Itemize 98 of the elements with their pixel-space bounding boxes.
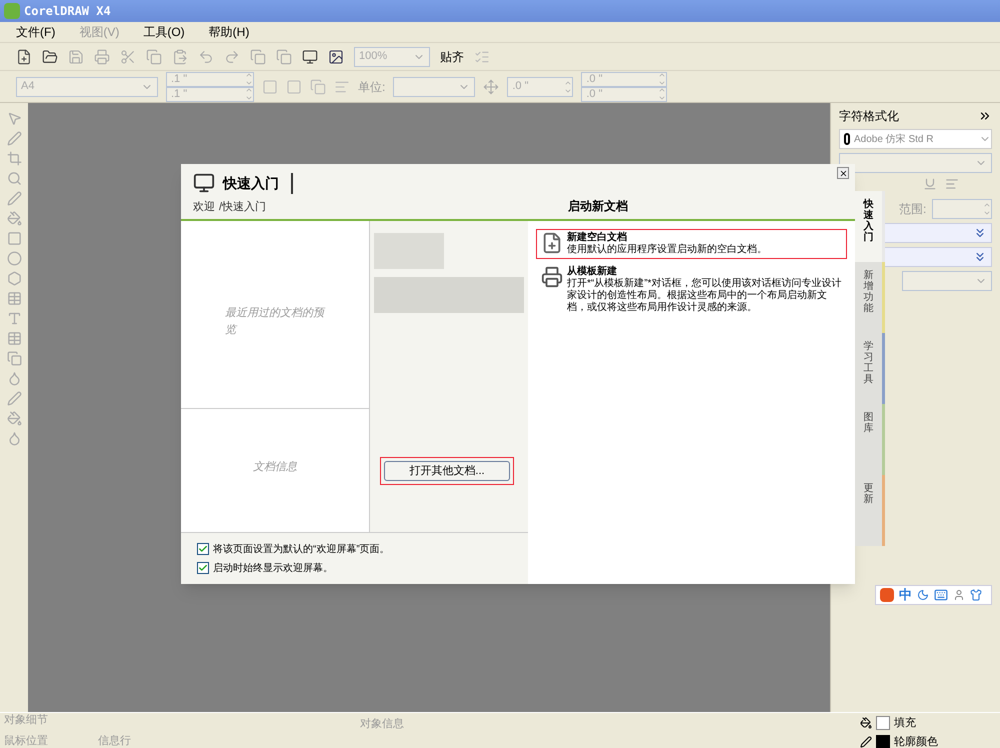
range-field[interactable] bbox=[932, 199, 992, 219]
spin-down-icon bbox=[983, 209, 991, 217]
mouse-position-label: 鼠标位置 bbox=[4, 734, 48, 748]
moon-icon[interactable] bbox=[917, 589, 929, 601]
tab-label: 新增功能 bbox=[864, 270, 874, 316]
window-title: CorelDRAW X4 bbox=[24, 3, 111, 20]
side-tab[interactable]: 图库 bbox=[855, 404, 885, 475]
outline-label: 轮廓颜色 bbox=[894, 734, 938, 748]
template-icon bbox=[541, 266, 563, 288]
fill-label: 填充 bbox=[894, 716, 916, 731]
underline-icon[interactable] bbox=[923, 177, 937, 191]
nudge-icon[interactable] bbox=[483, 78, 500, 94]
tool-icon[interactable] bbox=[6, 131, 22, 146]
keyboard-icon[interactable] bbox=[934, 588, 948, 602]
landscape-icon[interactable] bbox=[286, 78, 302, 94]
info-line-label: 信息行 bbox=[98, 734, 131, 748]
menu-item[interactable]: 文件(F) bbox=[16, 23, 56, 41]
tool-icon[interactable] bbox=[6, 271, 22, 286]
fill-swatch bbox=[876, 716, 890, 730]
print-icon[interactable] bbox=[94, 48, 110, 64]
menu-item[interactable]: 工具(O) bbox=[143, 23, 185, 41]
new-file-icon[interactable] bbox=[16, 48, 32, 64]
tool-icon[interactable] bbox=[6, 251, 22, 266]
save-icon[interactable] bbox=[68, 48, 84, 64]
portrait-icon[interactable] bbox=[262, 78, 278, 94]
tool-icon[interactable] bbox=[6, 151, 22, 166]
action-description: 打开*“从模板新建”*对话框，您可以使用该对话框访问专业设计家设计的创造性布局。根据这些布局中的一个布局启动新文档，或仅将这些布局用作设计灵感的来源。 bbox=[567, 278, 842, 314]
side-tab[interactable]: 新增功能 bbox=[855, 262, 885, 333]
doc-info-label: 文档信息 bbox=[253, 460, 297, 475]
breadcrumb-current: /快速入门 bbox=[219, 200, 266, 214]
user-icon[interactable] bbox=[953, 589, 965, 601]
action-item[interactable]: 从模板新建 打开*“从模板新建”*对话框，您可以使用该对话框访问专业设计家设计的创造性布局。根据这些布局中的一个布局启动新文档，或仅将这些布局用作设计灵感的来源。 bbox=[536, 263, 847, 317]
cut-icon[interactable] bbox=[120, 48, 136, 64]
spin-up-icon bbox=[983, 201, 991, 209]
tool-icon[interactable] bbox=[6, 331, 22, 346]
checkbox[interactable] bbox=[197, 562, 209, 574]
dialog-title: 快速入门 bbox=[223, 172, 293, 194]
paste-icon[interactable] bbox=[172, 48, 188, 64]
docker-title: 字符格式化 bbox=[839, 108, 899, 125]
unit-field[interactable] bbox=[393, 76, 476, 96]
section-title: 启动新文档 bbox=[568, 198, 628, 215]
tool-icon[interactable] bbox=[6, 371, 22, 386]
tab-label: 图库 bbox=[864, 412, 874, 436]
blurred-preview bbox=[374, 233, 444, 269]
undo-icon[interactable] bbox=[198, 48, 214, 64]
tool-icon[interactable] bbox=[6, 291, 22, 306]
tool-icon[interactable] bbox=[6, 351, 22, 366]
object-details-label: 对象细节 bbox=[4, 713, 49, 728]
tool-icon[interactable] bbox=[6, 411, 22, 426]
pages-icon[interactable] bbox=[310, 78, 326, 94]
tool-icon[interactable] bbox=[6, 111, 22, 126]
tab-label: 学习工具 bbox=[864, 341, 874, 387]
monitor-icon bbox=[193, 172, 215, 194]
shirt-icon[interactable] bbox=[970, 589, 982, 601]
font-select[interactable]: Adobe 仿宋 Std R bbox=[839, 129, 992, 149]
close-button[interactable] bbox=[837, 167, 849, 179]
outline-swatch bbox=[876, 734, 890, 748]
action-title: 新建空白文档 bbox=[567, 232, 628, 244]
side-tab[interactable]: 快速入门 bbox=[855, 191, 885, 262]
tool-icon[interactable] bbox=[6, 311, 22, 326]
tool-icon[interactable] bbox=[6, 231, 22, 246]
align-icon[interactable] bbox=[945, 177, 959, 191]
tab-label: 快速入门 bbox=[864, 199, 874, 245]
font-type-icon bbox=[844, 133, 850, 145]
tool-icon[interactable] bbox=[6, 191, 22, 206]
docker-select[interactable] bbox=[902, 271, 992, 291]
tool-icon[interactable] bbox=[6, 391, 22, 406]
redo-icon[interactable] bbox=[224, 48, 240, 64]
tool-icon[interactable] bbox=[6, 431, 22, 446]
recent-docs-label: 最近用过的文档的预览 bbox=[225, 306, 325, 338]
side-tab[interactable]: 更新 bbox=[855, 475, 885, 546]
object-info-label: 对象信息 bbox=[360, 718, 404, 730]
checkbox-label: 启动时始终显示欢迎屏幕。 bbox=[213, 562, 333, 576]
tool-icon[interactable] bbox=[6, 171, 22, 186]
range-label: 范围: bbox=[899, 201, 926, 218]
menu-item[interactable]: 帮助(H) bbox=[208, 23, 250, 41]
outline-pen-icon bbox=[860, 736, 872, 748]
tool-icon[interactable] bbox=[6, 211, 22, 226]
close-icon bbox=[838, 168, 848, 178]
action-item[interactable]: 新建空白文档 使用默认的应用程序设置启动新的空白文档。 bbox=[536, 229, 847, 259]
action-title: 从模板新建 bbox=[567, 266, 618, 278]
ime-mode[interactable]: 中 bbox=[899, 585, 912, 605]
action-description: 使用默认的应用程序设置启动新的空白文档。 bbox=[567, 244, 767, 256]
side-tab[interactable]: 学习工具 bbox=[855, 333, 885, 404]
breadcrumb-link[interactable]: 欢迎 bbox=[193, 198, 215, 215]
open-folder-icon[interactable] bbox=[42, 48, 58, 64]
checkbox-label: 将该页面设置为默认的“欢迎屏幕”页面。 bbox=[213, 542, 390, 556]
unit-label: 单位: bbox=[358, 78, 386, 96]
checkbox[interactable] bbox=[197, 543, 209, 555]
ime-logo-icon bbox=[880, 588, 894, 602]
blank-document-icon bbox=[541, 232, 563, 254]
snap-menu[interactable]: 贴齐 bbox=[440, 48, 464, 66]
app-logo-icon bbox=[4, 3, 20, 19]
tab-label: 更新 bbox=[864, 483, 874, 507]
open-other-button[interactable]: 打开其他文档... bbox=[384, 461, 510, 482]
image-icon[interactable] bbox=[328, 48, 344, 64]
fill-icon bbox=[860, 717, 872, 730]
monitor-icon[interactable] bbox=[302, 48, 318, 64]
